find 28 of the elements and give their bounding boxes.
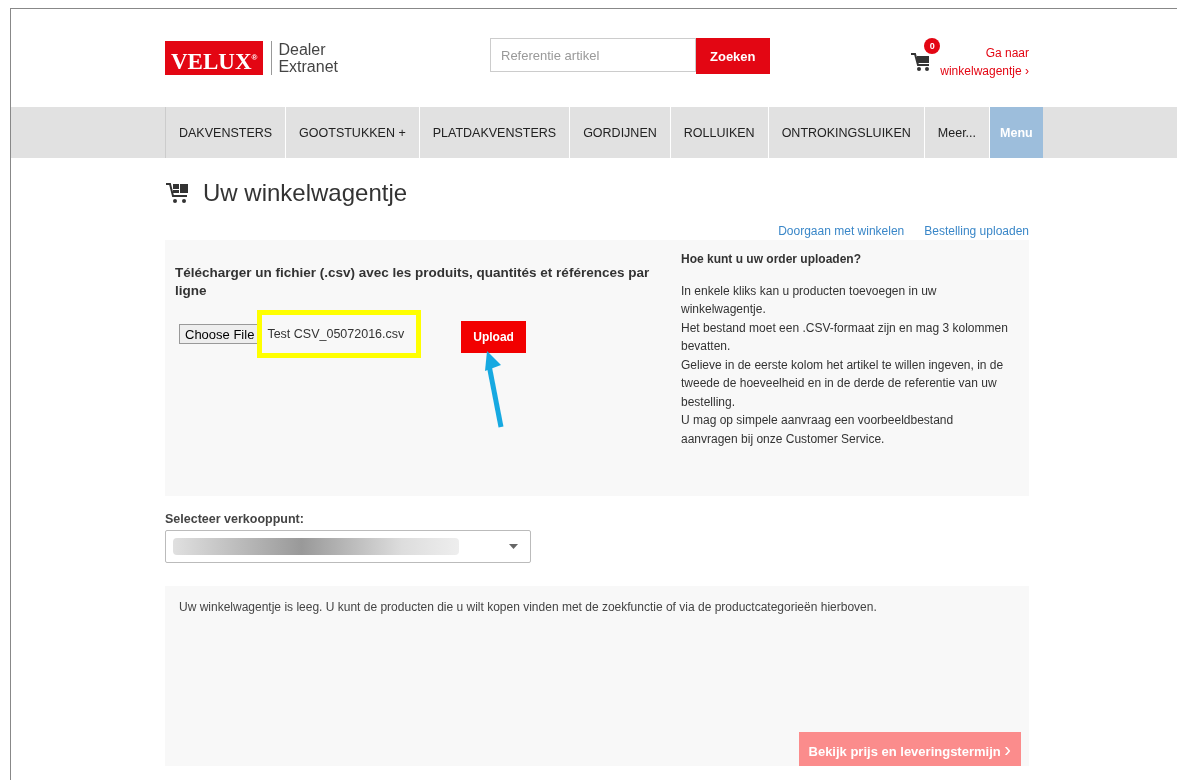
page-link[interactable]: Bestelling uploaden	[924, 224, 1029, 238]
upload-button[interactable]: Upload	[461, 321, 526, 353]
velux-logo[interactable]: VELUX$^{®}$	[165, 41, 264, 75]
caret-icon	[509, 544, 518, 549]
empty-cart-message: Uw winkelwagentje is leeg. U kunt de producten die u wilt kopen vinden met de zoekfunctie of via de productcategorieën hierboven.	[179, 600, 878, 614]
help-title: Hoe kunt u uw order uploaden?	[681, 251, 862, 268]
product-name: Dealer Extranet	[271, 41, 338, 75]
point-of-sale-select[interactable]	[165, 530, 531, 563]
help-text: In enkele kliks kan u producten toevoegen in uw winkelwagentje.	[681, 282, 938, 318]
cart-link[interactable]: Ga naar winkelwagentje ›	[940, 44, 1029, 80]
file-name: Test CSV_05072016.csv	[257, 310, 422, 358]
nav-tab[interactable]: GOOTSTUKKEN +	[285, 107, 419, 158]
nav-tab[interactable]: DAKVENSTERS	[165, 107, 286, 158]
nav-tab[interactable]: GORDIJNEN	[569, 107, 670, 158]
page-title: Uw winkelwagentje	[203, 179, 408, 207]
search-field[interactable]: Referentie artikel	[490, 38, 696, 72]
help-text: U mag op simpele aanvraag een voorbeeldbestand aanvragen bij onze Customer Service.	[681, 412, 955, 448]
nav-tab[interactable]: ROLLUIKEN	[669, 107, 768, 158]
help-text: Het bestand moet een .CSV-formaat zijn en mag 3 kolommen bevatten.	[681, 319, 1009, 355]
cart-count-badge: 0	[924, 38, 941, 54]
select-label: Selecteer verkooppunt:	[165, 512, 305, 526]
nav-tab[interactable]: PLATDAKVENSTERS	[418, 107, 570, 158]
page-link[interactable]: Doorgaan met winkelen	[778, 224, 905, 238]
upload-heading: Télécharger un fichier (.csv) avec les produits, quantités et références par ligne	[175, 264, 651, 300]
help-text: Gelieve in de eerste kolom het artikel te willen ingeven, in de tweede de hoeveelheid en in de derde de referentie van uw bestelling.	[681, 356, 1005, 411]
nav-tab[interactable]: ONTROKINGSLUIKEN	[767, 107, 924, 158]
search-button[interactable]: Zoeken	[696, 38, 770, 74]
cart-icon	[165, 181, 191, 205]
